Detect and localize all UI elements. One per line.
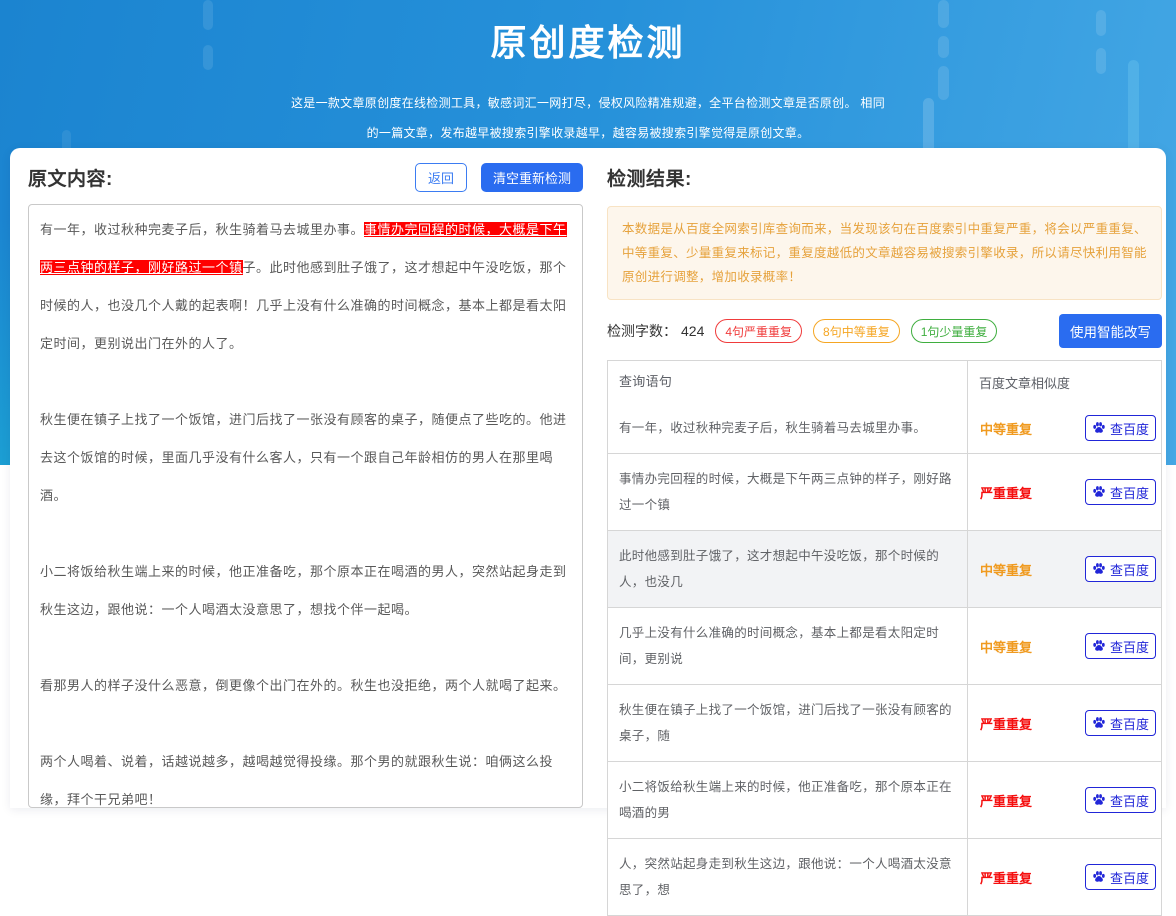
original-content-panel: 原文内容: 返回 清空重新检测 有一年，收过秋种完麦子后，秋生骑着马去城里办事。… [28,162,583,808]
check-baidu-button[interactable]: 查百度 [1085,415,1156,441]
query-sentence: 此时他感到肚子饿了，这才想起中午没吃饭，那个时候的人，也没几 [608,531,967,607]
detection-result-heading: 检测结果: [607,164,692,191]
query-sentence: 几乎上没有什么准确的时间概念，基本上都是看太阳定时间，更别说 [608,608,967,684]
original-content-heading: 原文内容: [28,164,113,191]
baidu-paw-icon [1092,639,1106,653]
paragraph-text: 小二将饭给秋生端上来的时候，他正准备吃，那个原本正在喝酒的男人，突然站起身走到秋… [40,564,567,617]
table-row: 秋生便在镇子上找了一个饭馆，进门后找了一张没有顾客的桌子，随 严重重复 查百度 [608,684,1161,761]
paragraph-text: 秋生便在镇子上找了一个饭馆，进门后找了一张没有顾客的桌子，随便点了些吃的。他进去… [40,412,567,503]
query-sentence: 秋生便在镇子上找了一个饭馆，进门后找了一张没有顾客的桌子，随 [608,685,967,761]
duplicate-count-badge: 4句严重重复 [715,319,802,343]
similarity-table: 查询语句 百度文章相似度 有一年，收过秋种完麦子后，秋生骑着马去城里办事。 中等… [607,360,1162,916]
check-baidu-button[interactable]: 查百度 [1085,864,1156,890]
table-row: 小二将饭给秋生端上来的时候，他正准备吃，那个原本正在喝酒的男 严重重复 查百度 [608,761,1161,838]
page-description-line: 这是一款文章原创度在线检测工具，敏感词汇一网打尽，侵权风险精准规避，全平台检测文… [0,88,1176,118]
duplicate-count-badge: 1句少量重复 [911,319,998,343]
check-baidu-button[interactable]: 查百度 [1085,633,1156,659]
query-sentence: 人，突然站起身走到秋生这边，跟他说：一个人喝酒太没意思了，想 [608,839,967,915]
check-baidu-button[interactable]: 查百度 [1085,710,1156,736]
duplicate-count-badge: 8句中等重复 [813,319,900,343]
baidu-paw-icon [1092,485,1106,499]
check-baidu-label: 查百度 [1110,419,1149,438]
table-row: 事情办完回程的时候，大概是下午两三点钟的样子，刚好路过一个镇 严重重复 查百度 [608,453,1161,530]
baidu-paw-icon [1092,793,1106,807]
check-baidu-button[interactable]: 查百度 [1085,556,1156,582]
detection-result-panel: 检测结果: 本数据是从百度全网索引库查询而来，当发现该句在百度索引中重复严重，将… [607,162,1162,808]
paragraph-text: 看那男人的样子没什么恶意，倒更像个出门在外的。秋生也没拒绝，两个人就喝了起来。 [40,678,567,693]
baidu-paw-icon [1092,421,1106,435]
table-row: 有一年，收过秋种完麦子后，秋生骑着马去城里办事。 中等重复 查百度 [608,403,1161,453]
check-baidu-button[interactable]: 查百度 [1085,787,1156,813]
similarity-badge: 中等重复 [980,419,1032,438]
query-sentence: 事情办完回程的时候，大概是下午两三点钟的样子，刚好路过一个镇 [608,454,967,530]
original-paragraph: 有一年，收过秋种完麦子后，秋生骑着马去城里办事。事情办完回程的时候，大概是下午两… [40,211,571,363]
original-paragraph: 秋生便在镇子上找了一个饭馆，进门后找了一张没有顾客的桌子，随便点了些吃的。他进去… [40,401,571,515]
table-row: 人，突然站起身走到秋生这边，跟他说：一个人喝酒太没意思了，想 严重重复 查百度 [608,838,1161,915]
similarity-badge: 中等重复 [980,637,1032,656]
word-count-label: 检测字数： [607,321,677,341]
similarity-cell: 中等重复 查百度 [967,531,1161,607]
page-description-line: 的一篇文章，发布越早被搜索引擎收录越早，越容易被搜索引擎觉得是原创文章。 [0,118,1176,148]
similarity-badge: 严重重复 [980,791,1032,810]
table-header-row: 查询语句 百度文章相似度 [608,361,1161,403]
original-paragraph: 看那男人的样子没什么恶意，倒更像个出门在外的。秋生也没拒绝，两个人就喝了起来。 [40,667,571,705]
query-sentence: 有一年，收过秋种完麦子后，秋生骑着马去城里办事。 [608,403,967,453]
notice-box: 本数据是从百度全网索引库查询而来，当发现该句在百度索引中重复严重，将会以严重重复… [607,206,1162,300]
check-baidu-label: 查百度 [1110,560,1149,579]
similarity-cell: 中等重复 查百度 [967,608,1161,684]
similarity-cell: 严重重复 查百度 [967,839,1161,915]
page-description: 这是一款文章原创度在线检测工具，敏感词汇一网打尽，侵权风险精准规避，全平台检测文… [0,88,1176,148]
baidu-paw-icon [1092,562,1106,576]
check-baidu-label: 查百度 [1110,714,1149,733]
similarity-cell: 严重重复 查百度 [967,685,1161,761]
column-header-similarity: 百度文章相似度 [967,361,1161,403]
check-baidu-label: 查百度 [1110,483,1149,502]
table-row: 此时他感到肚子饿了，这才想起中午没吃饭，那个时候的人，也没几 中等重复 查百度 [608,530,1161,607]
word-count-value: 424 [681,323,704,339]
similarity-cell: 严重重复 查百度 [967,454,1161,530]
similarity-badge: 中等重复 [980,560,1032,579]
check-baidu-button[interactable]: 查百度 [1085,479,1156,505]
original-text-area[interactable]: 有一年，收过秋种完麦子后，秋生骑着马去城里办事。事情办完回程的时候，大概是下午两… [28,204,583,808]
similarity-badge: 严重重复 [980,483,1032,502]
baidu-paw-icon [1092,870,1106,884]
similarity-cell: 中等重复 查百度 [967,403,1161,453]
column-header-query: 查询语句 [608,361,967,403]
check-baidu-label: 查百度 [1110,791,1149,810]
table-row: 几乎上没有什么准确的时间概念，基本上都是看太阳定时间，更别说 中等重复 查百度 [608,607,1161,684]
baidu-paw-icon [1092,716,1106,730]
check-baidu-label: 查百度 [1110,637,1149,656]
paragraph-text: 有一年，收过秋种完麦子后，秋生骑着马去城里办事。 [40,222,364,237]
similarity-cell: 严重重复 查百度 [967,762,1161,838]
main-card: 原文内容: 返回 清空重新检测 有一年，收过秋种完麦子后，秋生骑着马去城里办事。… [10,148,1166,808]
stats-row: 检测字数： 424 4句严重重复 8句中等重复 1句少量重复 使用智能改写 [607,314,1162,348]
back-button[interactable]: 返回 [415,163,467,192]
clear-and-recheck-button[interactable]: 清空重新检测 [481,163,583,192]
original-paragraph: 两个人喝着、说着，话越说越多，越喝越觉得投缘。那个男的就跟秋生说：咱俩这么投缘，… [40,743,571,808]
similarity-badge: 严重重复 [980,714,1032,733]
paragraph-text: 两个人喝着、说着，话越说越多，越喝越觉得投缘。那个男的就跟秋生说：咱俩这么投缘，… [40,754,553,807]
page-title: 原创度检测 [0,14,1176,66]
check-baidu-label: 查百度 [1110,868,1149,887]
query-sentence: 小二将饭给秋生端上来的时候，他正准备吃，那个原本正在喝酒的男 [608,762,967,838]
original-paragraph: 小二将饭给秋生端上来的时候，他正准备吃，那个原本正在喝酒的男人，突然站起身走到秋… [40,553,571,629]
smart-rewrite-button[interactable]: 使用智能改写 [1059,314,1162,348]
similarity-badge: 严重重复 [980,868,1032,887]
